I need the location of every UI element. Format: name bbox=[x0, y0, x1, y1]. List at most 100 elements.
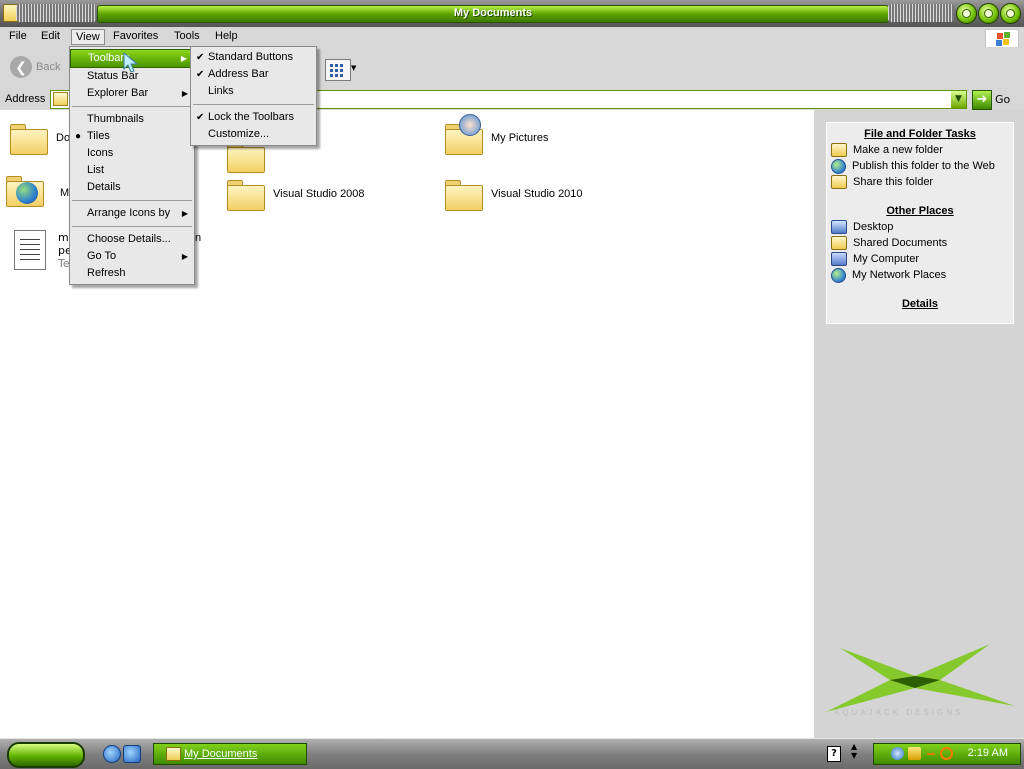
title-grip-left bbox=[16, 4, 96, 22]
place-network[interactable]: My Network Places bbox=[827, 267, 1013, 283]
help-icon[interactable]: ? bbox=[827, 746, 841, 762]
menu-favorites[interactable]: Favorites bbox=[113, 30, 158, 42]
search-icon[interactable] bbox=[940, 747, 953, 760]
menu-bar: File Edit View Favorites Tools Help bbox=[0, 27, 1024, 49]
title-bar[interactable]: My Documents bbox=[0, 0, 1024, 27]
shield-icon[interactable] bbox=[908, 747, 921, 760]
menu-item-label: Links bbox=[208, 85, 234, 97]
desktop-icon bbox=[831, 220, 847, 234]
list-item[interactable]: My bbox=[6, 174, 75, 212]
list-item[interactable]: Do bbox=[10, 122, 71, 155]
file-tasks-title[interactable]: File and Folder Tasks bbox=[827, 128, 1013, 140]
menu-item-label: Address Bar bbox=[208, 68, 269, 80]
menu-separator bbox=[72, 106, 192, 107]
view-menu: Toolbars ▶ Status Bar Explorer Bar ▶ Thumb… bbox=[69, 46, 195, 285]
place-label: My Network Places bbox=[852, 269, 947, 281]
go-arrow-icon[interactable]: ➜ bbox=[972, 90, 992, 110]
task-make-folder[interactable]: Make a new folder bbox=[827, 142, 1013, 158]
window-title: My Documents bbox=[453, 7, 533, 19]
menu-item-label: Thumbnails bbox=[87, 113, 144, 125]
menu-item-address-bar[interactable]: ✔ Address Bar bbox=[191, 66, 316, 83]
menu-item-list[interactable]: List bbox=[70, 162, 194, 179]
share-folder-icon bbox=[831, 175, 847, 189]
address-dropdown-icon[interactable]: ▼ bbox=[951, 91, 966, 108]
menu-item-links[interactable]: Links bbox=[191, 83, 316, 100]
place-label: My Computer bbox=[853, 253, 920, 265]
other-places-title[interactable]: Other Places bbox=[827, 205, 1013, 217]
menu-item-arrange-icons[interactable]: Arrange Icons by ▶ bbox=[70, 205, 194, 222]
back-button[interactable]: ❮ Back bbox=[10, 56, 60, 78]
tray-scroll-icon[interactable]: ▲ ▼ bbox=[851, 742, 857, 760]
views-button[interactable] bbox=[325, 59, 351, 81]
network-places-icon bbox=[831, 267, 846, 283]
maximize-button[interactable] bbox=[978, 3, 999, 24]
menu-item-tiles[interactable]: ● Tiles bbox=[70, 128, 194, 145]
internet-explorer-icon[interactable] bbox=[103, 745, 121, 763]
menu-item-choose-details[interactable]: Choose Details... bbox=[70, 231, 194, 248]
web-folder-icon bbox=[6, 174, 52, 212]
folder-icon bbox=[831, 236, 847, 250]
item-label-tail: n bbox=[195, 232, 202, 244]
menu-item-lock-toolbars[interactable]: ✔ Lock the Toolbars bbox=[191, 109, 316, 126]
list-item[interactable]: Visual Studio 2010 bbox=[445, 178, 583, 211]
taskbar-button-my-documents[interactable]: My Documents bbox=[153, 743, 307, 765]
place-label: Desktop bbox=[853, 221, 894, 233]
menu-help[interactable]: Help bbox=[215, 30, 238, 42]
go-button[interactable]: Go bbox=[995, 93, 1010, 106]
menu-tools[interactable]: Tools bbox=[174, 30, 200, 42]
menu-item-standard-buttons[interactable]: ✔ Standard Buttons bbox=[191, 49, 316, 66]
menu-view[interactable]: View bbox=[71, 29, 105, 45]
menu-edit[interactable]: Edit bbox=[41, 30, 60, 42]
folder-icon bbox=[445, 178, 483, 211]
submenu-arrow-icon: ▶ bbox=[181, 89, 188, 98]
menu-item-customize[interactable]: Customize... bbox=[191, 126, 316, 143]
title-stripe: My Documents bbox=[97, 5, 889, 23]
menu-item-refresh[interactable]: Refresh bbox=[70, 265, 194, 282]
menu-item-icons[interactable]: Icons bbox=[70, 145, 194, 162]
menu-item-details[interactable]: Details bbox=[70, 179, 194, 196]
web-publish-icon bbox=[831, 158, 846, 174]
menu-separator bbox=[72, 200, 192, 201]
minimize-button[interactable] bbox=[956, 3, 977, 24]
task-share-folder[interactable]: Share this folder bbox=[827, 174, 1013, 190]
outlook-express-icon[interactable] bbox=[123, 745, 141, 763]
task-box: File and Folder Tasks Make a new folder … bbox=[826, 122, 1014, 324]
place-shared-documents[interactable]: Shared Documents bbox=[827, 235, 1013, 251]
logo-text: AQUAJACK DESIGNS bbox=[834, 708, 964, 717]
new-folder-icon bbox=[831, 143, 847, 157]
menu-item-explorer-bar[interactable]: Explorer Bar ▶ bbox=[70, 85, 194, 102]
toolbars-submenu: ✔ Standard Buttons ✔ Address Bar Links ✔ Lo… bbox=[190, 46, 317, 146]
menu-item-label: Lock the Toolbars bbox=[208, 111, 295, 123]
text-document-icon bbox=[14, 230, 46, 270]
list-item[interactable]: Visual Studio 2008 bbox=[227, 178, 365, 211]
views-dropdown-icon[interactable]: ▼ bbox=[351, 64, 356, 72]
menu-item-label: List bbox=[87, 164, 105, 176]
close-button[interactable] bbox=[1000, 3, 1021, 24]
submenu-arrow-icon: ▶ bbox=[181, 252, 188, 261]
start-button[interactable] bbox=[7, 742, 85, 768]
folder-icon bbox=[227, 178, 265, 211]
menu-item-label: Refresh bbox=[87, 267, 126, 279]
task-pane: File and Folder Tasks Make a new folder … bbox=[814, 110, 1024, 738]
check-icon: ✔ bbox=[196, 112, 205, 123]
menu-item-go-to[interactable]: Go To ▶ bbox=[70, 248, 194, 265]
menu-item-label: Customize... bbox=[208, 128, 270, 140]
task-publish-web[interactable]: Publish this folder to the Web bbox=[827, 158, 1013, 174]
list-item[interactable]: My Pictures bbox=[445, 114, 548, 155]
list-item[interactable]: me pe Te bbox=[14, 230, 75, 270]
menu-item-label: Standard Buttons bbox=[208, 51, 294, 63]
menu-item-label: Tiles bbox=[87, 130, 110, 142]
item-label: Do bbox=[56, 132, 71, 144]
clock[interactable]: 2:19 AM bbox=[968, 747, 1008, 759]
folder-icon bbox=[53, 92, 68, 106]
network-tray-icon[interactable] bbox=[891, 747, 904, 760]
place-desktop[interactable]: Desktop bbox=[827, 219, 1013, 235]
menu-item-thumbnails[interactable]: Thumbnails bbox=[70, 111, 194, 128]
menu-item-label: Explorer Bar bbox=[87, 87, 149, 99]
mouse-cursor-icon bbox=[123, 52, 139, 73]
details-title[interactable]: Details bbox=[827, 298, 1013, 310]
menu-file[interactable]: File bbox=[9, 30, 27, 42]
submenu-arrow-icon: ▶ bbox=[180, 54, 187, 63]
menu-item-label: Go To bbox=[87, 250, 117, 262]
place-my-computer[interactable]: My Computer bbox=[827, 251, 1013, 267]
